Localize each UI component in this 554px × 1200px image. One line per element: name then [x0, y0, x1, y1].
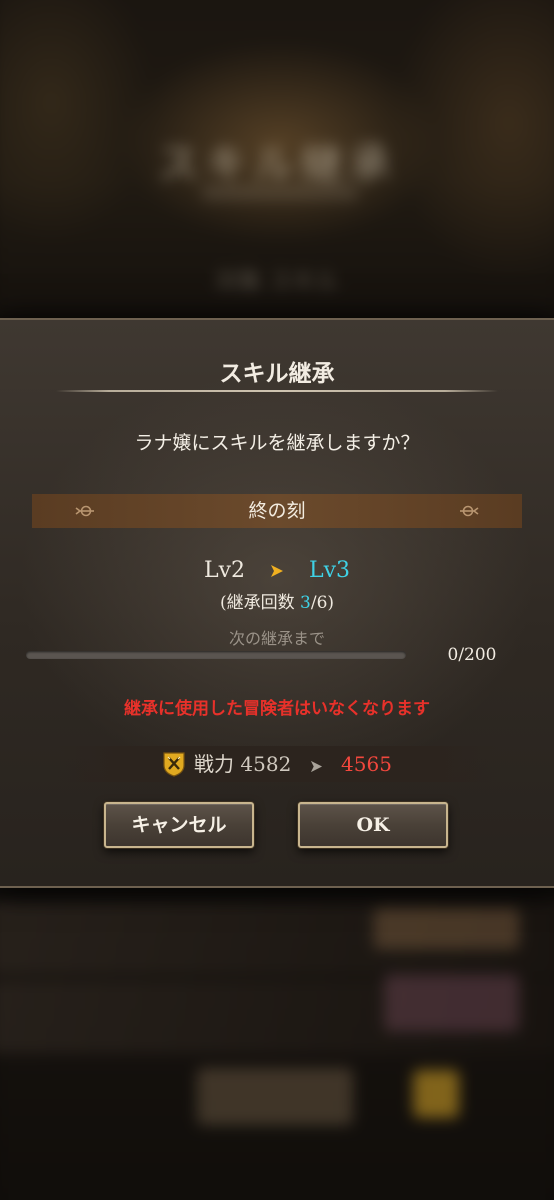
arrow-right-icon: [310, 748, 323, 784]
power-change: 戦力 4582 4565: [56, 746, 498, 782]
background-header-art: スキル継承 対象 スキル: [0, 0, 554, 320]
crossed-swords-shield-icon: [162, 751, 186, 777]
level-to: Lv3: [309, 558, 351, 583]
background-subtitle-bar: [202, 184, 359, 201]
ornament-right-icon: [460, 505, 479, 517]
inherit-count: (継承回数 3/6): [0, 588, 554, 613]
confirm-question: ラナ嬢にスキルを継承しますか？: [134, 432, 420, 454]
background-title: スキル継承: [157, 140, 397, 189]
arrow-right-icon: [270, 559, 284, 584]
level-from: Lv2: [203, 558, 245, 583]
warning-message: 継承に使用した冒険者はいなくなります: [124, 699, 430, 719]
background-sub-label: 対象 スキル: [216, 269, 338, 296]
cancel-button[interactable]: キャンセル: [104, 802, 254, 848]
inherit-count-current: 3: [300, 593, 311, 613]
inherit-count-prefix: (継承回数: [219, 593, 301, 613]
background-icon: [413, 1070, 459, 1118]
skill-name: 終の刻: [248, 500, 306, 522]
background-list: [0, 901, 554, 1200]
power-from: 4582: [240, 752, 292, 776]
title-divider: [56, 390, 498, 392]
skill-name-banner: 終の刻: [32, 494, 522, 528]
level-change: Lv2 Lv3: [0, 558, 554, 584]
power-to: 4565: [341, 752, 392, 776]
ok-button[interactable]: OK: [298, 802, 448, 848]
power-label: 戦力: [194, 752, 235, 776]
background-button: [196, 1068, 353, 1126]
background-thumb: [384, 974, 520, 1032]
screen: スキル継承 対象 スキル スキル継承 ラナ嬢にスキルを継承しますか？ 終の刻 L…: [0, 0, 554, 1200]
skill-inherit-dialog: スキル継承 ラナ嬢にスキルを継承しますか？ 終の刻 Lv2 Lv3 (継承回数 …: [0, 318, 554, 888]
dialog-title: スキル継承: [219, 361, 335, 387]
inherit-count-suffix: /6): [310, 593, 335, 613]
inherit-progress-bar: [26, 651, 406, 659]
background-thumb: [373, 907, 520, 950]
inherit-progress-text: 0/200: [447, 645, 497, 665]
